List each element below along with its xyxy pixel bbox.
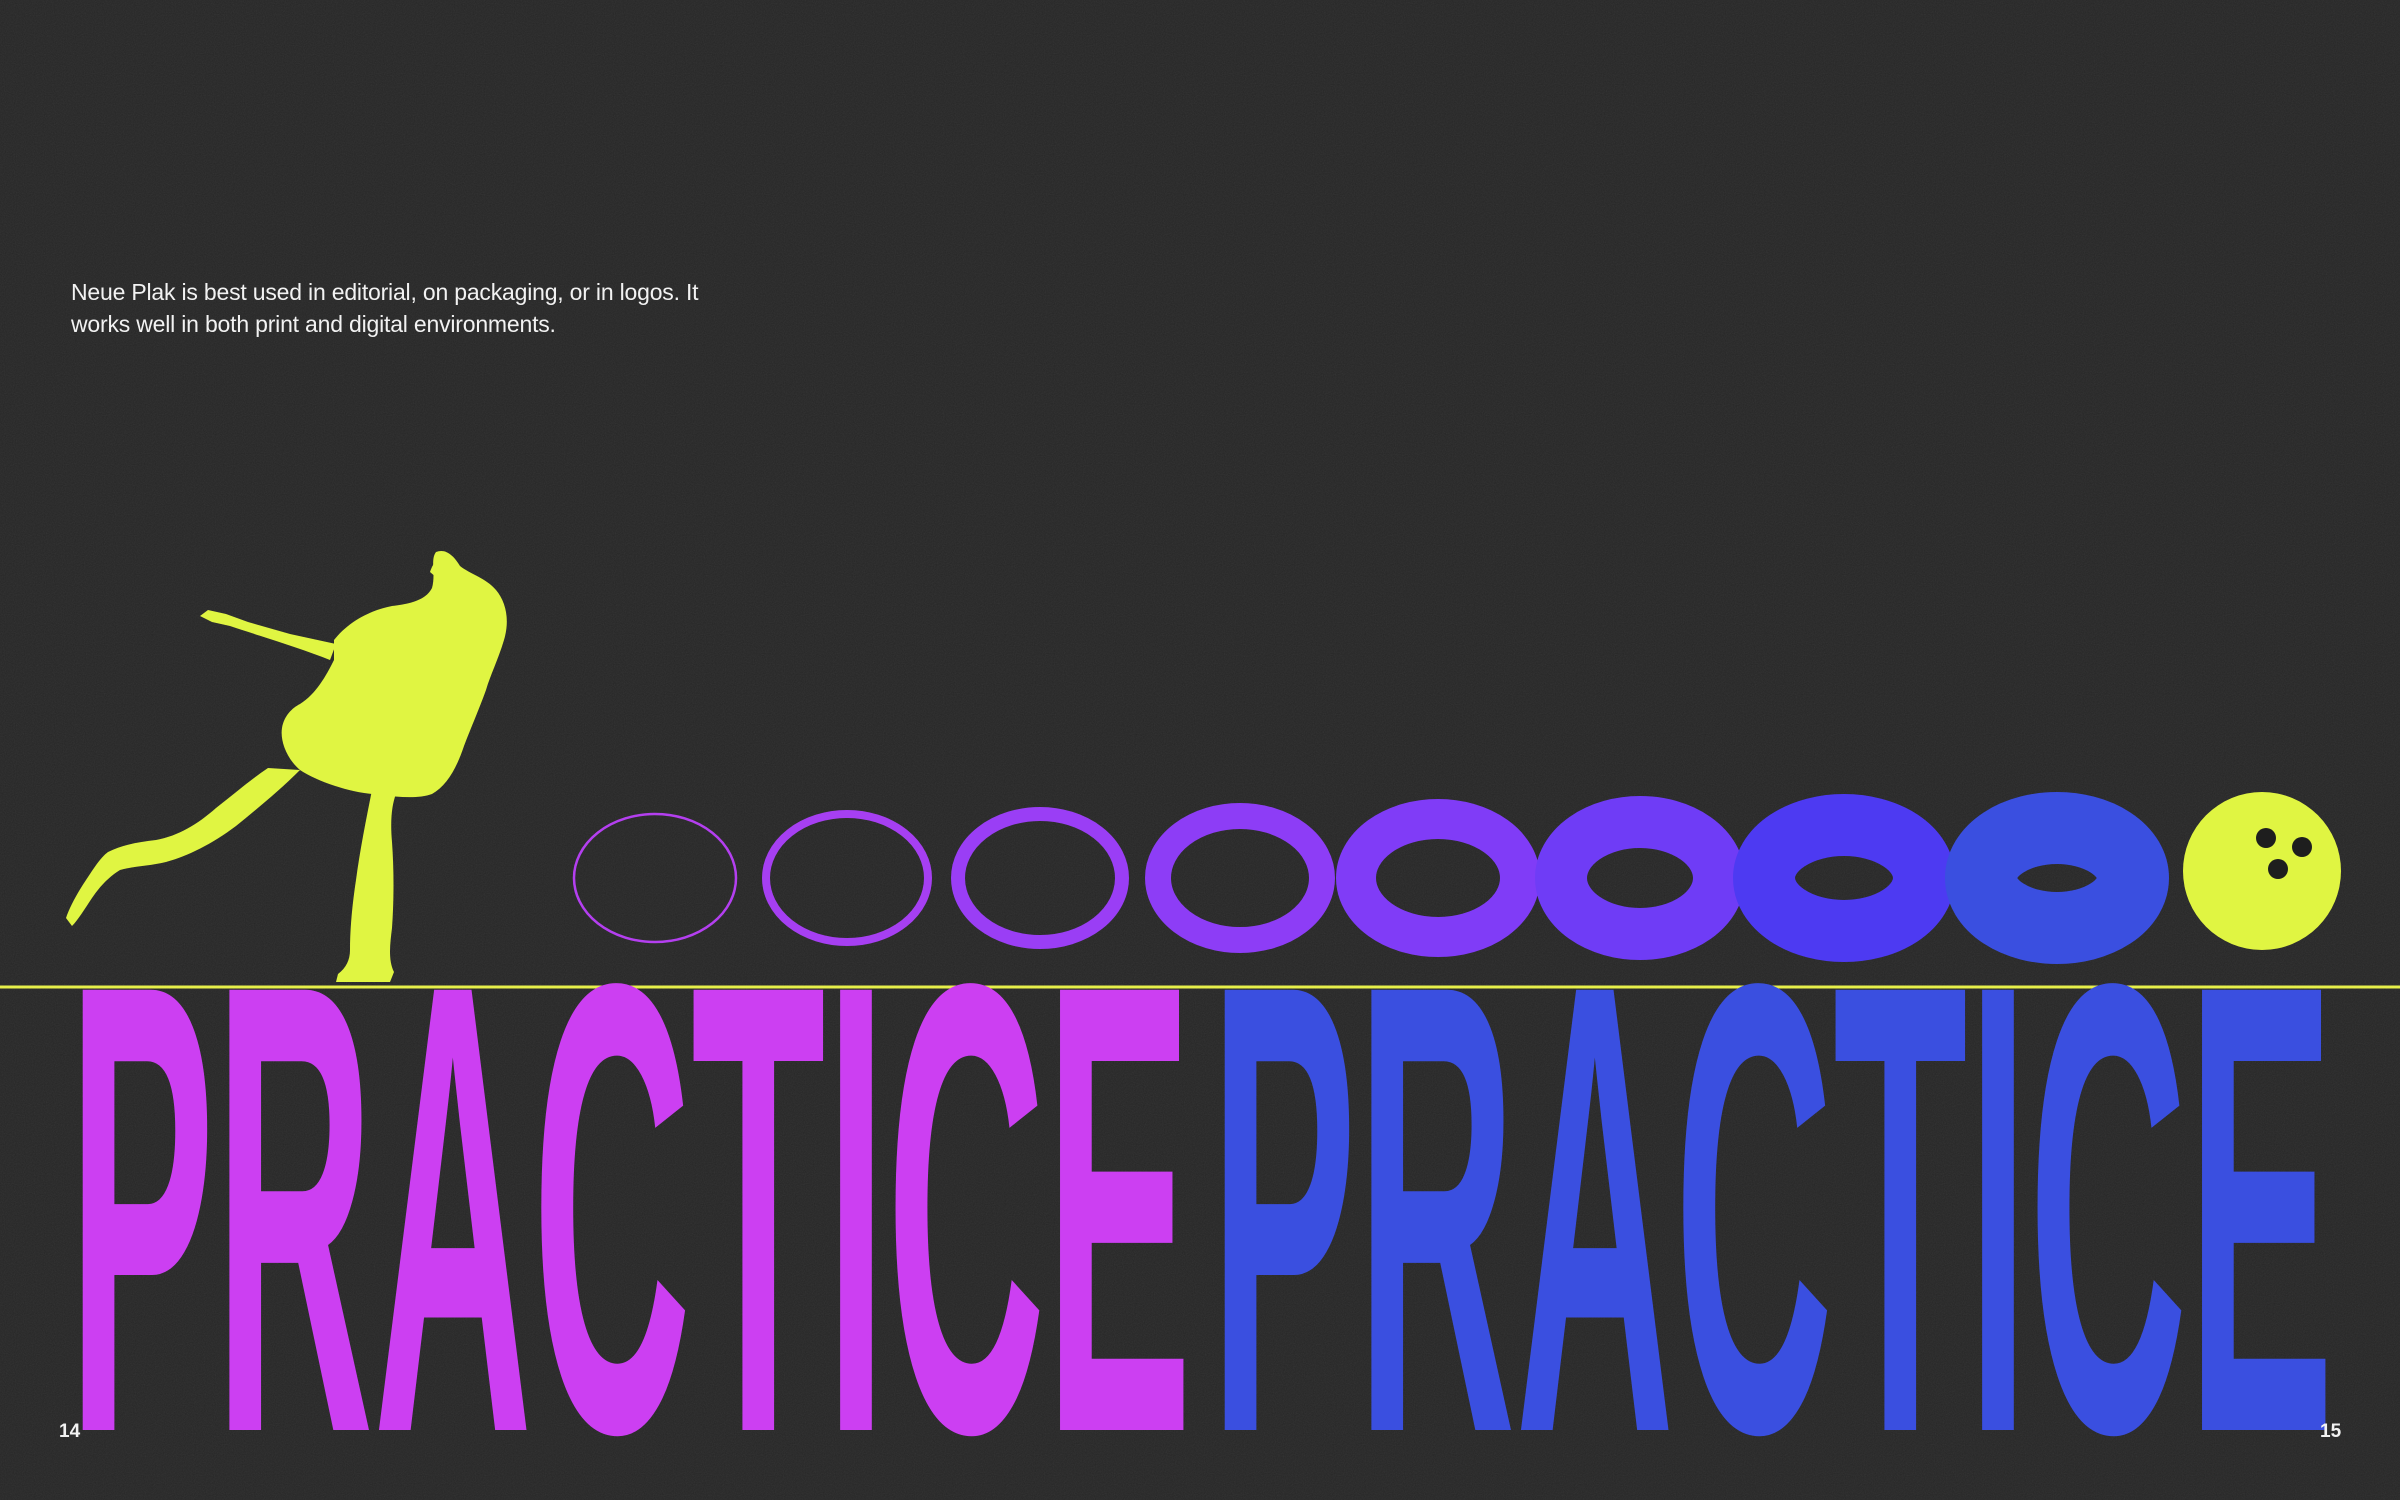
headline-right: PRACTICE <box>1210 851 2334 1500</box>
book-spread: Neue Plak is best used in editorial, on … <box>0 0 2400 1500</box>
illustration: PRACTICE PRACTICE <box>0 550 2400 1500</box>
page-number-right: 15 <box>2320 1421 2342 1442</box>
page-number-left: 14 <box>59 1421 81 1442</box>
headline-left: PRACTICE <box>68 851 1192 1500</box>
